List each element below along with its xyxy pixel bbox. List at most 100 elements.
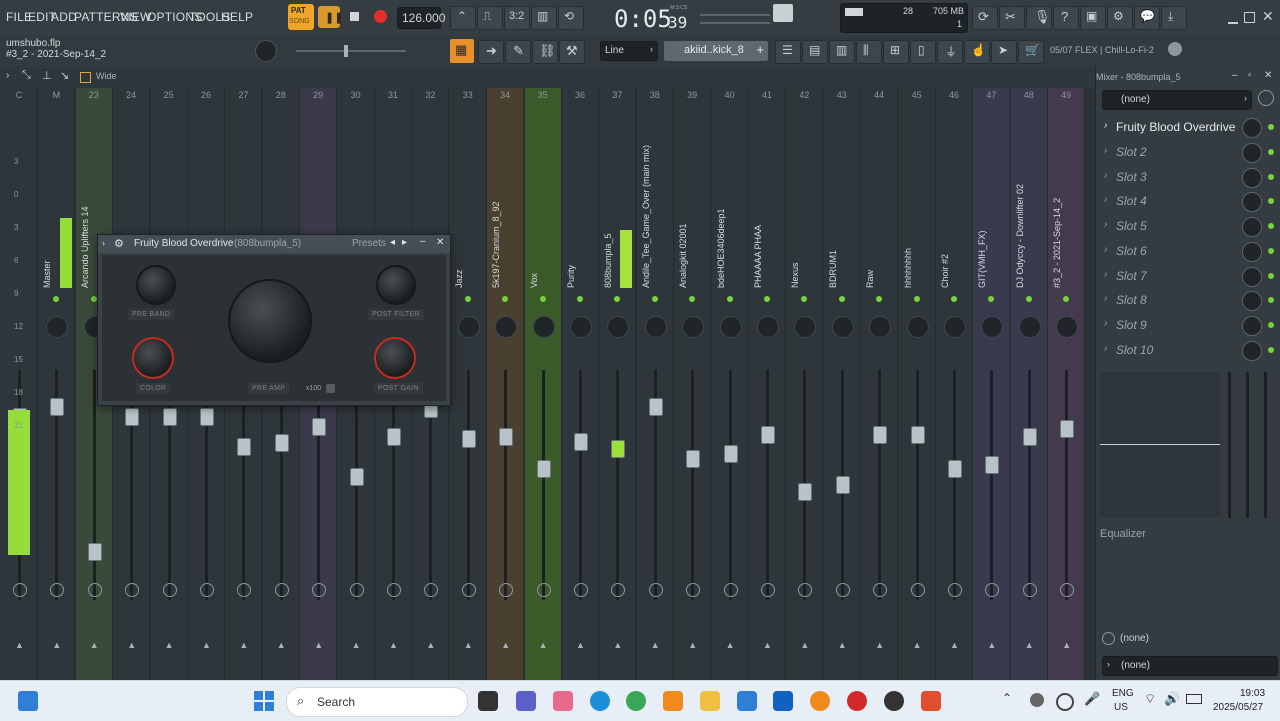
app-icon-red[interactable] <box>847 691 867 711</box>
track-mute-led[interactable] <box>651 296 658 302</box>
fx-slot-mix-knob[interactable] <box>1242 266 1262 287</box>
route-arrow-icon[interactable]: ▲ <box>314 640 323 650</box>
stop-button[interactable] <box>344 6 366 28</box>
playlist-button[interactable]: ▤ <box>802 40 828 64</box>
mixer-track-39[interactable]: 39 Analogkit 02001 ▲ <box>674 88 712 680</box>
track-send-knob[interactable] <box>50 583 65 597</box>
track-mute-led[interactable] <box>614 296 621 302</box>
search-box[interactable]: ⌕ Search <box>286 687 468 717</box>
track-volume-fader[interactable] <box>349 468 364 486</box>
link-button[interactable]: ⛓ <box>532 40 558 64</box>
window-minimize-button[interactable] <box>1228 12 1238 24</box>
color-knob[interactable] <box>132 337 174 379</box>
fx-slot-4[interactable]: › Slot 4 <box>1102 190 1276 214</box>
track-send-knob[interactable] <box>536 583 551 597</box>
fx-slot-1-enable-led[interactable] <box>1268 124 1274 130</box>
gear-icon[interactable]: ⚙ <box>114 237 124 250</box>
track-send-knob[interactable] <box>499 583 514 597</box>
news-icon[interactable] <box>1168 42 1182 56</box>
microphone-button[interactable]: 🎙 <box>1026 6 1052 30</box>
fx-slot-7[interactable]: › Slot 7 <box>1102 265 1276 289</box>
fx-slot-1-mix-knob[interactable] <box>1242 118 1262 138</box>
fx-slot-mix-knob[interactable] <box>1242 192 1262 213</box>
language-primary[interactable]: ENG <box>1112 688 1134 699</box>
news-hint[interactable]: 05/07 FLEX | Chill-Lo-Fi-2 <box>1050 45 1154 55</box>
track-volume-fader[interactable] <box>648 398 663 416</box>
mixer-track-44[interactable]: 44 Raw ▲ <box>861 88 899 680</box>
pre-amp-knob[interactable] <box>228 279 312 363</box>
route-arrow-icon[interactable]: ▲ <box>613 640 622 650</box>
fx-slot-enable-led[interactable] <box>1268 272 1274 279</box>
pitch-handle[interactable] <box>344 45 348 57</box>
track-pan-knob[interactable] <box>1056 316 1079 338</box>
track-pan-knob[interactable] <box>944 316 966 338</box>
fx-slot-5[interactable]: › Slot 5 <box>1102 215 1276 239</box>
plugin-picker-button[interactable]: ⏚ <box>937 40 963 64</box>
mixer-track-m[interactable]: M Master ▲ <box>38 88 76 680</box>
post-filter-knob[interactable] <box>376 265 416 305</box>
files-button[interactable]: ▯ <box>910 40 936 64</box>
track-send-knob[interactable] <box>237 583 252 597</box>
track-mute-led[interactable] <box>838 296 845 302</box>
tool-icon[interactable]: ⤡ <box>22 69 31 82</box>
channel-rack-button[interactable]: ▥ <box>829 40 855 64</box>
track-volume-fader[interactable] <box>574 433 588 451</box>
track-mute-led[interactable] <box>1063 296 1070 302</box>
wifi-icon[interactable]: ⌔ <box>1144 691 1156 707</box>
mixer-track-36[interactable]: 36 Purity ▲ <box>562 88 599 680</box>
track-send-knob[interactable] <box>349 583 364 597</box>
route-arrow-icon[interactable]: ▲ <box>576 640 585 650</box>
chrome-icon[interactable] <box>626 691 646 711</box>
track-volume-fader[interactable] <box>50 398 65 416</box>
arrow-button[interactable]: ➤ <box>991 40 1017 64</box>
track-volume-fader[interactable] <box>835 476 850 494</box>
mixer-close-icon[interactable]: ✕ <box>1264 70 1272 81</box>
route-arrow-icon[interactable]: ▲ <box>52 640 61 650</box>
fx-slot-mix-knob[interactable] <box>1242 340 1262 361</box>
chevron-right-icon[interactable]: › <box>102 238 105 248</box>
track-send-knob[interactable] <box>13 583 27 597</box>
tools-button[interactable]: ✂ <box>999 6 1025 30</box>
track-pan-knob[interactable] <box>831 316 854 338</box>
track-pan-knob[interactable] <box>981 316 1004 338</box>
track-pan-knob[interactable] <box>1018 316 1041 338</box>
track-mute-led[interactable] <box>577 296 583 302</box>
track-send-knob[interactable] <box>1060 583 1075 597</box>
route-arrow-icon[interactable]: ▲ <box>763 640 772 650</box>
track-send-knob[interactable] <box>162 583 177 597</box>
track-send-knob[interactable] <box>461 583 476 597</box>
countdown-button[interactable]: 3:2 <box>504 6 530 30</box>
eq-display[interactable] <box>1100 372 1220 518</box>
track-volume-fader[interactable] <box>798 483 813 501</box>
track-volume-fader[interactable] <box>761 426 775 444</box>
fl-studio-icon[interactable] <box>810 691 830 711</box>
mixer-track-38[interactable]: 38 Andile_Tee_Game_Over (main mix) ▲ <box>636 88 674 680</box>
route-arrow-icon[interactable]: ▲ <box>464 640 473 650</box>
tray-sync-icon[interactable] <box>1056 693 1074 711</box>
x100-toggle[interactable] <box>326 384 335 393</box>
save-button[interactable]: ▣ <box>1080 6 1106 30</box>
track-send-knob[interactable] <box>723 583 738 597</box>
fx-slot-1[interactable]: › Fruity Blood Overdrive <box>1102 116 1276 140</box>
stamp-button[interactable]: ⚒ <box>559 40 585 64</box>
track-volume-fader[interactable] <box>1022 428 1037 446</box>
file-explorer-icon[interactable] <box>700 691 720 711</box>
track-send-knob[interactable] <box>948 583 962 597</box>
track-volume-fader[interactable] <box>125 408 140 426</box>
mixer-minimize-icon[interactable]: – <box>1232 70 1238 81</box>
track-pan-knob[interactable] <box>682 316 705 338</box>
track-send-knob[interactable] <box>312 583 327 597</box>
fx-slot-mix-knob[interactable] <box>1242 291 1262 312</box>
touch-keyboard-button[interactable]: ☝ <box>964 40 990 64</box>
track-volume-fader[interactable] <box>611 440 626 458</box>
track-volume-fader[interactable] <box>1060 420 1075 438</box>
mixer-track-40[interactable]: 40 bdeHOE3406deep1 ▲ <box>711 88 749 680</box>
help-button[interactable]: ? <box>1053 6 1079 30</box>
teams-icon[interactable] <box>516 691 536 711</box>
widgets-icon[interactable] <box>18 691 38 711</box>
track-volume-fader[interactable] <box>686 450 701 468</box>
eq-fader-3[interactable] <box>1264 372 1267 518</box>
track-send-knob[interactable] <box>648 583 663 597</box>
track-send-knob[interactable] <box>611 583 626 597</box>
plugin-window[interactable]: › ⚙ Fruity Blood Overdrive (808bumpla_5)… <box>97 234 451 406</box>
